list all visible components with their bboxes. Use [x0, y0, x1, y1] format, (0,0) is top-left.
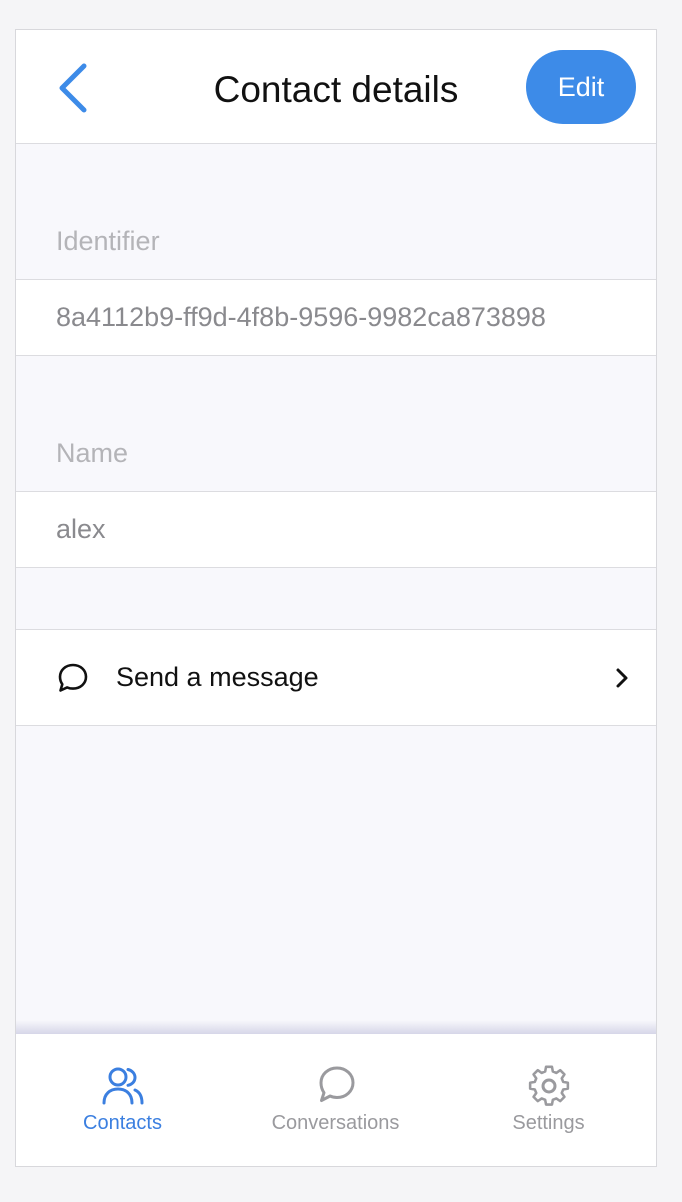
- tab-settings[interactable]: Settings: [442, 1034, 655, 1166]
- tab-conversations-label: Conversations: [271, 1112, 400, 1134]
- message-bubble-icon: [58, 663, 88, 692]
- conversation-icon: [319, 1066, 354, 1102]
- tab-contacts[interactable]: Contacts: [16, 1034, 229, 1166]
- navigation-header: Contact details Edit: [16, 30, 656, 144]
- tab-contacts-label: Contacts: [83, 1112, 162, 1134]
- gear-icon: [528, 1065, 569, 1106]
- phone-screen: Contact details Edit Identifier 8a4112b9…: [15, 29, 657, 1167]
- name-row: alex: [16, 491, 656, 568]
- edit-button[interactable]: Edit: [526, 50, 636, 124]
- identifier-value: 8a4112b9-ff9d-4f8b-9596-9982ca873898: [56, 302, 546, 332]
- contacts-icon: [102, 1067, 143, 1105]
- send-message-label: Send a message: [116, 662, 319, 692]
- name-label: Name: [56, 438, 129, 468]
- identifier-label: Identifier: [56, 226, 160, 256]
- tabbar-shadow: [16, 1020, 656, 1034]
- tab-conversations[interactable]: Conversations: [229, 1034, 442, 1166]
- identifier-row: 8a4112b9-ff9d-4f8b-9596-9982ca873898: [16, 279, 656, 356]
- send-message-row[interactable]: Send a message: [16, 629, 656, 726]
- tab-settings-label: Settings: [512, 1112, 585, 1134]
- chevron-right-icon: [616, 668, 628, 688]
- name-value: alex: [56, 514, 106, 544]
- tab-bar: Contacts Conversations Settings: [16, 1034, 656, 1166]
